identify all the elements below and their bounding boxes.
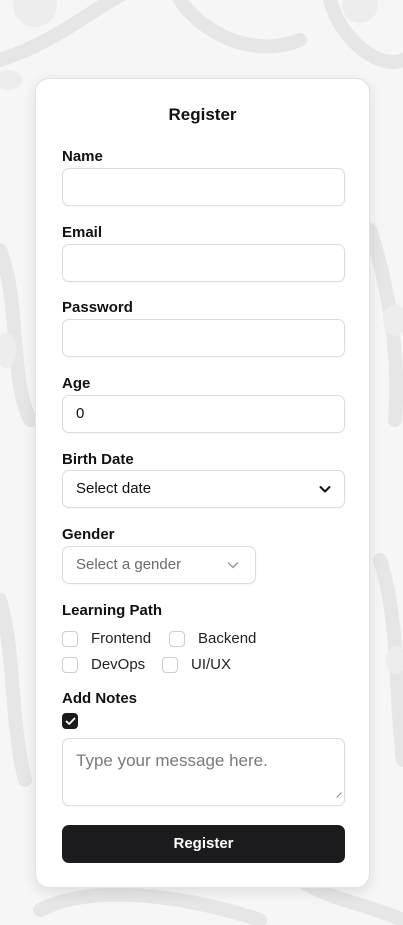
learning-path-option-devops[interactable]: DevOps xyxy=(62,656,145,673)
gender-select[interactable]: Select a gender xyxy=(62,546,256,584)
learning-path-label: Learning Path xyxy=(62,602,163,619)
check-icon xyxy=(65,717,75,725)
age-label: Age xyxy=(62,375,91,392)
password-input[interactable] xyxy=(62,319,345,357)
frontend-label: Frontend xyxy=(91,630,152,647)
uiux-label: UI/UX xyxy=(191,656,232,673)
learning-path-option-uiux[interactable]: UI/UX xyxy=(162,656,231,673)
devops-checkbox[interactable] xyxy=(62,656,78,673)
name-input[interactable] xyxy=(62,168,345,206)
learning-path-option-frontend[interactable]: Frontend xyxy=(62,630,151,647)
notes-textarea[interactable]: Type your message here. xyxy=(62,738,345,806)
birth-date-placeholder: Select date xyxy=(76,480,152,497)
uiux-checkbox[interactable] xyxy=(162,656,178,673)
form-title: Register xyxy=(168,105,237,124)
register-button[interactable]: Register xyxy=(62,825,345,863)
name-label: Name xyxy=(62,148,103,165)
add-notes-toggle[interactable] xyxy=(62,713,91,729)
gender-placeholder: Select a gender xyxy=(76,556,182,573)
email-input[interactable] xyxy=(62,244,345,282)
gender-label: Gender xyxy=(62,526,115,543)
chevron-down-icon xyxy=(319,481,331,498)
email-label: Email xyxy=(62,224,103,241)
backend-checkbox[interactable] xyxy=(169,630,185,647)
register-card: Register Name Email Password Age 0 Birth… xyxy=(35,78,370,888)
add-notes-checkbox[interactable] xyxy=(62,713,78,729)
devops-label: DevOps xyxy=(91,656,146,673)
chevron-down-icon xyxy=(227,557,239,574)
age-input[interactable]: 0 xyxy=(62,395,345,433)
age-input-value: 0 xyxy=(76,405,85,422)
frontend-checkbox[interactable] xyxy=(62,630,78,647)
add-notes-label: Add Notes xyxy=(62,690,137,707)
notes-placeholder: Type your message here. xyxy=(76,751,268,770)
backend-label: Backend xyxy=(198,630,257,647)
password-label: Password xyxy=(62,299,133,316)
birth-date-label: Birth Date xyxy=(62,451,134,468)
resize-handle-icon[interactable] xyxy=(336,783,342,803)
learning-path-option-backend[interactable]: Backend xyxy=(169,630,256,647)
birth-date-select[interactable]: Select date xyxy=(62,470,345,508)
